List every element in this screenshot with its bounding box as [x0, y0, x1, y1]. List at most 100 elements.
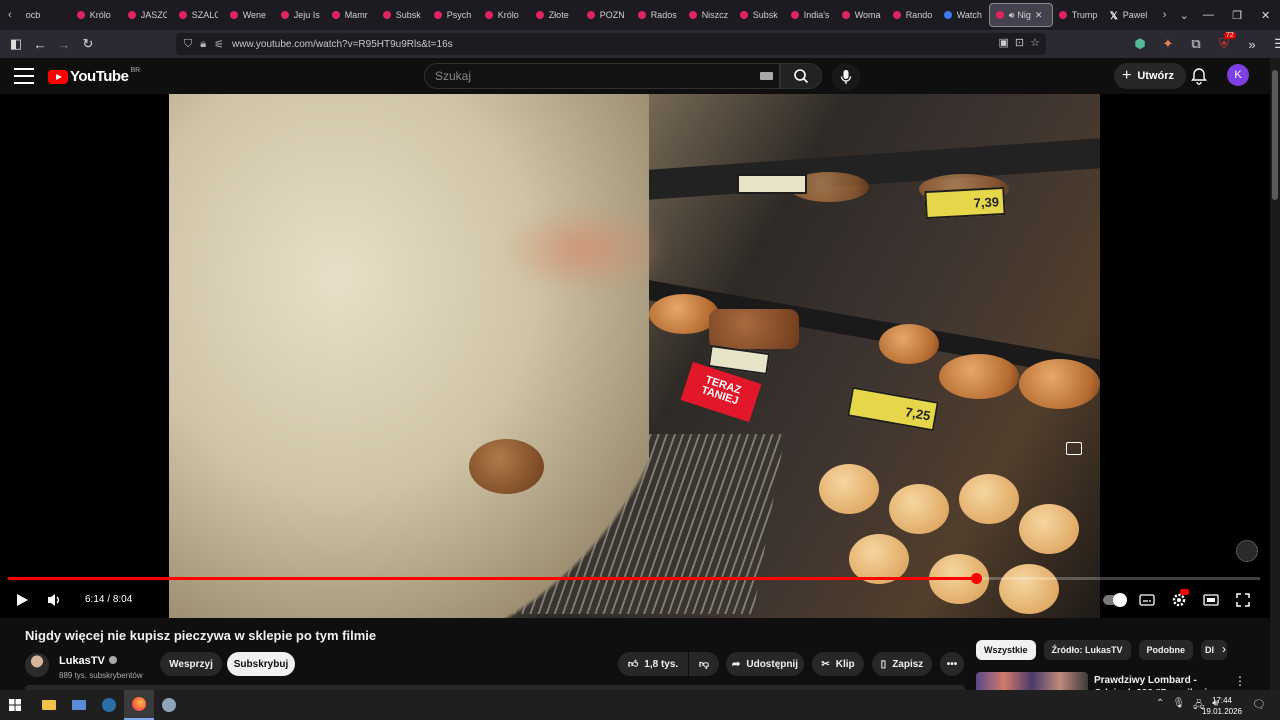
- vpn-extension-icon[interactable]: ⬢: [1128, 32, 1152, 56]
- play-button[interactable]: [12, 589, 32, 611]
- minimize-icon[interactable]: —: [1194, 0, 1223, 30]
- pip-page-icon[interactable]: ⊡: [1015, 36, 1024, 49]
- create-button[interactable]: + Utwórz: [1114, 63, 1187, 89]
- app-menu-icon[interactable]: ☰: [1268, 32, 1280, 56]
- clip-button[interactable]: ✂ Klip: [812, 652, 864, 676]
- browser-tab[interactable]: Niszcz: [683, 3, 734, 27]
- scrollbar-thumb[interactable]: [1272, 70, 1278, 200]
- subscribe-button[interactable]: Subskrybuj: [227, 652, 295, 676]
- browser-tab[interactable]: India's: [785, 3, 836, 27]
- browser-tab[interactable]: SZALC: [173, 3, 224, 27]
- permissions-icon[interactable]: ⚟: [214, 38, 224, 51]
- file-explorer-icon[interactable]: [34, 690, 64, 720]
- browser-tab[interactable]: Watch: [938, 3, 989, 27]
- fox-extension-icon[interactable]: ✦: [1156, 32, 1180, 56]
- browser-tab[interactable]: Złote: [530, 3, 581, 27]
- app-icon[interactable]: [154, 690, 184, 720]
- browser-tab[interactable]: Królo: [479, 3, 530, 27]
- extensions-puzzle-icon[interactable]: ⧉: [1184, 32, 1208, 56]
- microphone-tray-icon[interactable]: 🎙︎: [1172, 698, 1185, 715]
- back-icon[interactable]: ←: [28, 32, 52, 56]
- dislike-button[interactable]: 👎︎: [689, 652, 719, 676]
- restore-icon[interactable]: ❐: [1223, 0, 1252, 30]
- autoplay-toggle[interactable]: [1102, 589, 1127, 611]
- voice-search-button[interactable]: [832, 63, 860, 91]
- notifications-bell-icon[interactable]: [1190, 67, 1208, 85]
- browser-tab[interactable]: 𝕏 Pawel: [1104, 3, 1155, 27]
- browser-tab[interactable]: Subsk: [734, 3, 785, 27]
- more-actions-button[interactable]: •••: [940, 652, 964, 676]
- browser-tab[interactable]: Psych: [428, 3, 479, 27]
- browser-tab[interactable]: Subsk: [377, 3, 428, 27]
- youtube-logo[interactable]: YouTube BR: [48, 67, 140, 85]
- tabs-scroll-left-icon[interactable]: ‹: [0, 3, 20, 27]
- url-text[interactable]: www.youtube.com/watch?v=R95HT9u9Rls&t=16…: [232, 39, 453, 50]
- channel-name[interactable]: LukasTV: [59, 655, 105, 667]
- search-box[interactable]: [424, 63, 780, 89]
- mute-button[interactable]: [45, 589, 65, 611]
- theater-mode-button[interactable]: [1200, 589, 1222, 611]
- reader-view-icon[interactable]: ▣: [999, 36, 1009, 49]
- recommendation-menu-icon[interactable]: ⋮: [1234, 674, 1246, 688]
- address-bar[interactable]: ⛉ 🔒︎ ⚟ www.youtube.com/watch?v=R95HT9u9R…: [176, 33, 1046, 55]
- fullscreen-button[interactable]: [1232, 589, 1254, 611]
- chip-all[interactable]: Wszystkie: [976, 640, 1036, 660]
- start-button[interactable]: [0, 690, 30, 720]
- recommendation-thumbnail[interactable]: [976, 672, 1088, 690]
- browser-tab[interactable]: Mamr: [326, 3, 377, 27]
- account-avatar[interactable]: K: [1227, 64, 1249, 86]
- steam-icon[interactable]: [94, 690, 124, 720]
- support-button[interactable]: Wesprzyj: [160, 652, 222, 676]
- progress-scrubber[interactable]: [970, 573, 982, 584]
- browser-tab[interactable]: Rando: [887, 3, 938, 27]
- browser-tab[interactable]: ocb: [20, 3, 71, 27]
- share-button[interactable]: ➦ Udostępnij: [726, 652, 804, 676]
- channel-watermark-avatar[interactable]: [1236, 540, 1258, 562]
- reload-icon[interactable]: ↻: [76, 32, 100, 56]
- progress-bar[interactable]: [8, 573, 1260, 584]
- taskbar-clock[interactable]: 17:44 19.01.2026: [1202, 695, 1242, 717]
- captions-button[interactable]: [1136, 589, 1158, 611]
- browser-tab[interactable]: Jeju Is: [275, 3, 326, 27]
- tab-view-icon[interactable]: ◧: [4, 32, 28, 56]
- chip-source[interactable]: Źródło: LukasTV: [1043, 640, 1131, 660]
- ublock-extension-icon[interactable]: ⛨ 72: [1212, 32, 1236, 56]
- tab-close-icon[interactable]: ✕: [1035, 10, 1043, 21]
- search-button[interactable]: [780, 63, 822, 89]
- tab-audio-icon[interactable]: 🔊︎: [1009, 10, 1015, 21]
- chips-next-icon[interactable]: ›: [1222, 642, 1226, 656]
- page-scrollbar[interactable]: [1270, 58, 1280, 690]
- overflow-chevrons-icon[interactable]: »: [1240, 32, 1264, 56]
- browser-tab[interactable]: POZN: [581, 3, 632, 27]
- browser-tab[interactable]: Woma: [836, 3, 887, 27]
- lock-icon[interactable]: 🔒︎: [200, 38, 206, 51]
- remote-desktop-icon[interactable]: [64, 690, 94, 720]
- search-input[interactable]: [435, 69, 735, 83]
- video-player[interactable]: 7,39 7,25 TERAZ TANIEJ 6:14 / 8:04: [0, 94, 1270, 618]
- browser-tab[interactable]: Trump: [1053, 3, 1104, 27]
- notifications-icon[interactable]: 🗨: [1252, 698, 1266, 711]
- browser-tab[interactable]: 🔊︎ Nig ✕: [988, 3, 1053, 27]
- shield-icon[interactable]: ⛉: [184, 38, 192, 51]
- tabs-scroll-right-icon[interactable]: ›: [1155, 3, 1175, 27]
- forward-icon[interactable]: →: [52, 32, 76, 56]
- browser-tab[interactable]: JASZC: [122, 3, 173, 27]
- like-button[interactable]: 👍︎ 1,8 tys.: [618, 652, 688, 676]
- chip-similar[interactable]: Podobne: [1138, 640, 1194, 660]
- firefox-icon[interactable]: [124, 690, 154, 720]
- browser-tab[interactable]: Rados: [632, 3, 683, 27]
- tray-expand-icon[interactable]: ⌃: [1156, 698, 1164, 715]
- guide-menu-icon[interactable]: [14, 66, 34, 86]
- browser-tab[interactable]: Królo: [71, 3, 122, 27]
- keyboard-icon[interactable]: [760, 72, 773, 80]
- close-window-icon[interactable]: ✕: [1251, 0, 1280, 30]
- browser-tab[interactable]: Wene: [224, 3, 275, 27]
- save-button[interactable]: ▯ Zapisz: [872, 652, 932, 676]
- video-frame[interactable]: 7,39 7,25 TERAZ TANIEJ: [169, 94, 1100, 618]
- channel-avatar[interactable]: [25, 653, 49, 677]
- recommendation-title[interactable]: Prawdziwy Lombard - Odcinek 222 "Przesil…: [1094, 674, 1224, 690]
- settings-button[interactable]: [1168, 589, 1190, 611]
- tabs-dropdown-icon[interactable]: ⌄: [1174, 3, 1194, 27]
- bookmark-star-icon[interactable]: ☆: [1030, 36, 1040, 49]
- miniplayer-icon[interactable]: [1066, 442, 1082, 455]
